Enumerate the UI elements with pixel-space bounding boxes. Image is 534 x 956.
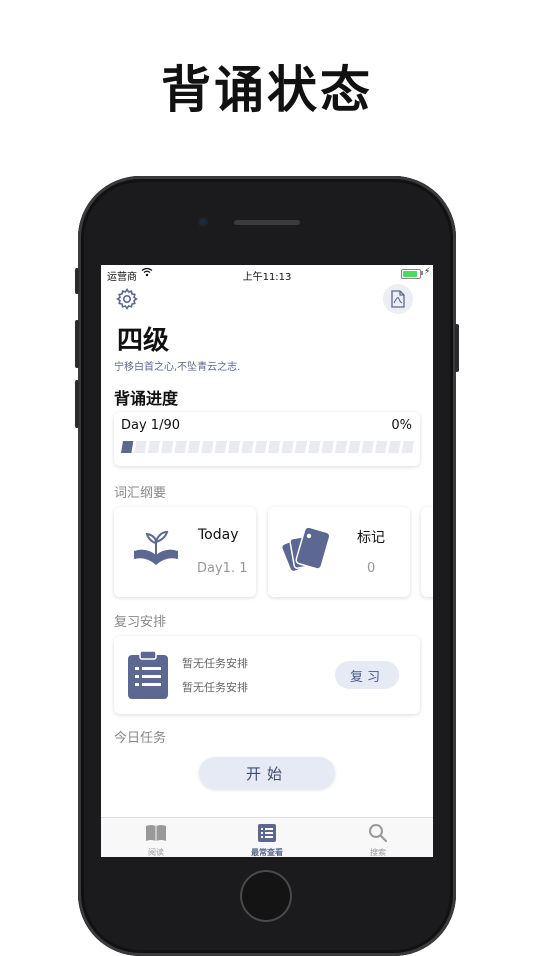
tab-label: 最常查看 bbox=[251, 848, 283, 857]
promo-title: 背诵状态 bbox=[161, 61, 373, 119]
tags-icon bbox=[282, 526, 331, 571]
progress-segment bbox=[227, 441, 241, 453]
speaker bbox=[234, 220, 300, 225]
power-button bbox=[455, 324, 459, 372]
battery-tip bbox=[421, 271, 423, 275]
search-icon bbox=[369, 824, 388, 843]
volume-down-button bbox=[75, 380, 79, 428]
review-line-2: 暂无任务安排 bbox=[182, 681, 248, 694]
gear-icon[interactable] bbox=[115, 287, 139, 311]
progress-segment bbox=[401, 441, 414, 453]
vocab-card-next-peek[interactable] bbox=[421, 507, 433, 597]
progress-segment bbox=[134, 441, 147, 453]
progress-segment bbox=[174, 441, 187, 453]
vocab-card-marked[interactable]: 标记 0 bbox=[268, 507, 410, 597]
progress-segment bbox=[121, 441, 134, 453]
today-section-title: 今日任务 bbox=[114, 731, 167, 746]
vocab-card-label: Today bbox=[198, 527, 239, 543]
progress-segment bbox=[187, 441, 201, 453]
app-screen: 运营商 上午11:13 ⚡ 四级 宁移白首之心,不坠青云之志. 背诵进度 Day… bbox=[101, 265, 433, 857]
progress-section-title: 背诵进度 bbox=[114, 389, 179, 408]
progress-percent: 0% bbox=[391, 418, 412, 433]
list-icon bbox=[258, 824, 276, 842]
tab-read[interactable]: 阅读 bbox=[101, 818, 211, 857]
tab-bar: 阅读 最常查看 搜索 bbox=[101, 817, 433, 857]
pdf-file-icon bbox=[391, 290, 405, 308]
status-bar: 运营商 上午11:13 ⚡ bbox=[101, 265, 433, 283]
tab-most-viewed[interactable]: 最常查看 bbox=[212, 818, 322, 857]
progress-segment bbox=[388, 441, 401, 453]
status-time: 上午11:13 bbox=[242, 272, 292, 283]
vocab-section-title: 词汇纲要 bbox=[114, 486, 167, 501]
clipboard-list-icon bbox=[128, 651, 168, 699]
review-card: 暂无任务安排 暂无任务安排 复习 bbox=[114, 636, 420, 714]
progress-segment bbox=[348, 441, 361, 453]
progress-segment bbox=[241, 441, 254, 453]
progress-segment bbox=[374, 441, 388, 453]
battery-fill bbox=[403, 271, 417, 277]
progress-card: Day 1/90 0% bbox=[114, 412, 420, 466]
vocab-card-today[interactable]: Today Day1. 1 bbox=[114, 507, 256, 597]
page-title: 四级 bbox=[117, 326, 170, 356]
tab-search[interactable]: 搜索 bbox=[323, 818, 433, 857]
review-button[interactable]: 复习 bbox=[335, 661, 399, 689]
progress-segment bbox=[361, 441, 374, 453]
progress-segment bbox=[268, 441, 281, 453]
pdf-export-button[interactable] bbox=[383, 284, 413, 314]
progress-segment bbox=[294, 441, 308, 453]
progress-segment bbox=[147, 441, 161, 453]
book-open-icon bbox=[146, 825, 166, 841]
tab-label: 阅读 bbox=[148, 848, 164, 857]
progress-segment bbox=[334, 441, 348, 453]
charging-icon: ⚡ bbox=[424, 267, 431, 277]
motto: 宁移白首之心,不坠青云之志. bbox=[114, 362, 241, 373]
progress-segment bbox=[214, 441, 227, 453]
vocab-card-value: 0 bbox=[367, 561, 376, 576]
review-line-1: 暂无任务安排 bbox=[182, 657, 248, 670]
progress-segment bbox=[254, 441, 267, 453]
volume-up-button bbox=[75, 320, 79, 368]
progress-segment bbox=[281, 441, 294, 453]
progress-segment bbox=[308, 441, 321, 453]
home-button[interactable] bbox=[240, 870, 292, 922]
review-section-title: 复习安排 bbox=[114, 615, 167, 630]
day-label: Day 1/90 bbox=[121, 418, 180, 433]
vocab-card-value: Day1. 1 bbox=[197, 561, 248, 576]
vocab-card-label: 标记 bbox=[357, 530, 385, 546]
battery-icon bbox=[401, 269, 421, 279]
mute-switch bbox=[75, 268, 79, 294]
start-button[interactable]: 开始 bbox=[199, 757, 335, 789]
progress-segment bbox=[201, 441, 214, 453]
progress-bar bbox=[121, 441, 414, 453]
camera bbox=[198, 217, 208, 227]
progress-segment bbox=[321, 441, 334, 453]
tab-label: 搜索 bbox=[370, 848, 386, 857]
seedling-book-icon bbox=[134, 530, 178, 565]
progress-segment bbox=[161, 441, 174, 453]
